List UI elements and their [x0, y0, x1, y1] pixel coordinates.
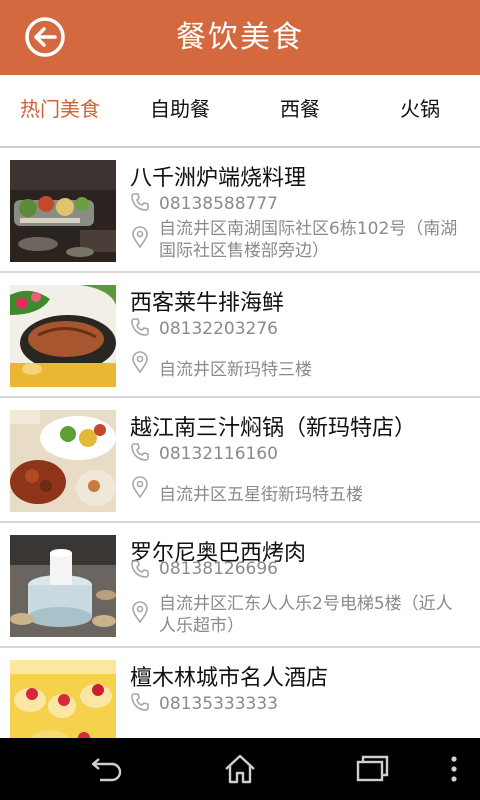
list-item[interactable]: 罗尔尼奥巴西烤肉 08138126696 自流井区汇东人人乐2号电梯5楼（近人人…: [0, 523, 480, 648]
location-pin-icon: [132, 351, 148, 373]
restaurant-address: 自流井区汇东人人乐2号电梯5楼（近人人乐超市）: [159, 594, 453, 636]
restaurant-name: 八千洲炉端烧料理: [130, 166, 307, 191]
location-pin-icon: [132, 476, 148, 498]
phone-icon: [131, 318, 149, 336]
recent-apps-icon[interactable]: [352, 750, 392, 788]
restaurant-address: 自流井区南湖国际社区6栋102号（南湖国际社区售楼部旁边）: [159, 219, 458, 261]
tab-hot-food[interactable]: 热门美食: [0, 75, 120, 146]
restaurant-photo: [10, 160, 116, 262]
restaurant-photo: [10, 535, 116, 637]
phone-icon: [131, 443, 149, 461]
tab-buffet[interactable]: 自助餐: [120, 75, 240, 146]
restaurant-phone[interactable]: 08138126696: [159, 559, 278, 579]
category-tabs: 热门美食 自助餐 西餐 火锅: [0, 75, 480, 221]
list-item[interactable]: 西客莱牛排海鲜 08132203276 自流井区新玛特三楼: [0, 273, 480, 398]
tab-western[interactable]: 西餐: [240, 75, 360, 146]
restaurant-phone[interactable]: 08138588777: [159, 194, 278, 214]
overflow-menu-icon[interactable]: [436, 750, 472, 788]
restaurant-photo: [10, 285, 116, 387]
location-pin-icon: [132, 601, 148, 623]
restaurant-phone[interactable]: 08132116160: [159, 444, 278, 464]
phone-icon: [131, 193, 149, 211]
list-item[interactable]: 越江南三汁焖锅（新玛特店） 08132116160 自流井区五星街新玛特五楼: [0, 398, 480, 523]
app-header: 餐饮美食: [0, 0, 480, 75]
restaurant-phone[interactable]: 08132203276: [159, 319, 278, 339]
restaurant-photo: [10, 410, 116, 512]
system-navigation-bar: [0, 738, 480, 800]
page-title: 餐饮美食: [176, 20, 304, 55]
location-pin-icon: [132, 226, 148, 248]
restaurant-name: 檀木林城市名人酒店: [130, 666, 329, 691]
restaurant-address: 自流井区五星街新玛特五楼: [159, 485, 363, 505]
restaurant-name: 越江南三汁焖锅（新玛特店）: [130, 416, 417, 441]
restaurant-photo: [10, 660, 116, 738]
phone-icon: [131, 560, 149, 578]
tab-hotpot[interactable]: 火锅: [360, 75, 480, 146]
restaurant-name: 西客莱牛排海鲜: [130, 291, 285, 316]
restaurant-phone[interactable]: 08135333333: [159, 694, 278, 714]
home-icon[interactable]: [220, 750, 260, 788]
list-item[interactable]: 八千洲炉端烧料理 08138588777 自流井区南湖国际社区6栋102号（南湖…: [0, 148, 480, 273]
phone-icon: [131, 693, 149, 711]
restaurant-address: 自流井区新玛特三楼: [159, 360, 312, 380]
list-item[interactable]: 檀木林城市名人酒店 08135333333: [0, 648, 480, 738]
back-icon[interactable]: [86, 750, 126, 788]
restaurant-list[interactable]: 八千洲炉端烧料理 08138588777 自流井区南湖国际社区6栋102号（南湖…: [0, 148, 480, 738]
